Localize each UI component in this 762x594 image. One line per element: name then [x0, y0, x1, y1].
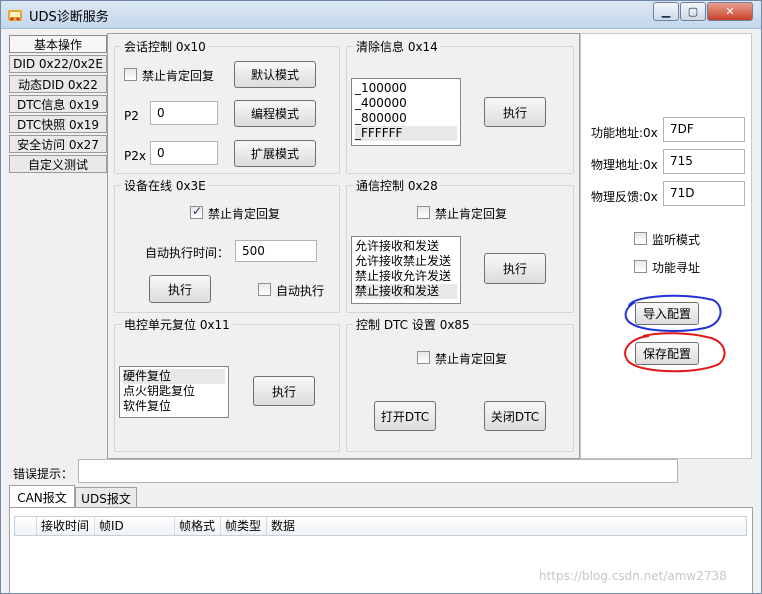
comm-control-execute-button[interactable]: 执行 [484, 253, 546, 284]
program-mode-button[interactable]: 编程模式 [234, 100, 316, 127]
comm-control-group: 通信控制 0x28 禁止肯定回复 允许接收和发送 允许接收禁止发送 禁止接收允许… [346, 177, 574, 313]
list-item[interactable]: 硬件复位 [123, 369, 225, 384]
col-frame-format[interactable]: 帧格式 [175, 517, 221, 535]
close-dtc-button[interactable]: 关闭DTC [484, 401, 546, 431]
auto-time-input[interactable]: 500 [235, 240, 317, 262]
tab-can-messages[interactable]: CAN报文 [9, 485, 75, 508]
tab-dynamic-did[interactable]: 动态DID 0x22 [9, 75, 107, 93]
dtc-suppress-checkbox[interactable] [417, 351, 430, 364]
dtc-setting-group: 控制 DTC 设置 0x85 禁止肯定回复 打开DTC 关闭DTC [346, 316, 574, 452]
p2x-input[interactable]: 0 [150, 141, 218, 165]
basic-operation-panel: 会话控制 0x10 禁止肯定回复 P2 0 P2x 0 默认模式 编程模式 扩展… [107, 33, 580, 459]
func-addr-label: 功能地址:0x [591, 126, 658, 140]
list-item[interactable]: _FFFFFF [355, 126, 457, 141]
phys-resp-label: 物理反馈:0x [591, 190, 658, 204]
watermark-text: https://blog.csdn.net/amw2738 [539, 569, 727, 583]
col-frame-id[interactable]: 帧ID [95, 517, 175, 535]
maximize-button[interactable]: ▢ [680, 2, 706, 21]
auto-time-label: 自动执行时间： [145, 246, 230, 260]
session-suppress-checkbox[interactable] [124, 68, 137, 81]
ecu-reset-group: 电控单元复位 0x11 硬件复位 点火钥匙复位 软件复位 执行 [114, 316, 340, 452]
col-receive-time[interactable]: 接收时间 [37, 517, 95, 535]
import-config-button[interactable]: 导入配置 [635, 302, 699, 325]
col-data[interactable]: 数据 [267, 517, 297, 535]
ecu-reset-list[interactable]: 硬件复位 点火钥匙复位 软件复位 [119, 366, 229, 418]
phys-resp-input[interactable]: 71D [663, 181, 745, 206]
dtc-suppress-label: 禁止肯定回复 [435, 352, 508, 366]
func-address-label: 功能寻址 [652, 261, 701, 275]
list-item[interactable]: 禁止接收允许发送 [355, 269, 457, 284]
tab-uds-messages[interactable]: UDS报文 [75, 487, 137, 508]
phys-addr-input[interactable]: 715 [663, 149, 745, 174]
config-pane: 功能地址:0x 7DF 物理地址:0x 715 物理反馈:0x 71D 监听模式… [580, 33, 752, 459]
comm-control-title: 通信控制 0x28 [353, 177, 441, 194]
tab-dtc-snapshot[interactable]: DTC快照 0x19 [9, 115, 107, 133]
list-item[interactable]: 允许接收禁止发送 [355, 254, 457, 269]
list-item[interactable]: 软件复位 [123, 399, 225, 414]
ecu-reset-execute-button[interactable]: 执行 [253, 376, 315, 406]
clear-info-execute-button[interactable]: 执行 [484, 97, 546, 127]
minimize-button[interactable]: ▁ [653, 2, 679, 21]
right-edge-strip [752, 29, 761, 459]
session-control-title: 会话控制 0x10 [121, 38, 209, 55]
maximize-icon: ▢ [687, 5, 699, 18]
func-addr-input[interactable]: 7DF [663, 117, 745, 142]
comm-suppress-label: 禁止肯定回复 [435, 207, 508, 221]
default-mode-button[interactable]: 默认模式 [234, 61, 316, 88]
list-item[interactable]: _800000 [355, 111, 457, 126]
tester-present-group: 设备在线 0x3E 禁止肯定回复 自动执行时间： 500 执行 自动执行 [114, 177, 340, 313]
tab-security-access[interactable]: 安全访问 0x27 [9, 135, 107, 153]
col-frame-type[interactable]: 帧类型 [221, 517, 267, 535]
tab-dtc-info[interactable]: DTC信息 0x19 [9, 95, 107, 113]
tester-suppress-label: 禁止肯定回复 [208, 207, 281, 221]
phys-addr-label: 物理地址:0x [591, 158, 658, 172]
ecu-reset-title: 电控单元复位 0x11 [121, 316, 233, 333]
p2-label: P2 [124, 109, 139, 123]
monitor-mode-label: 监听模式 [652, 233, 701, 247]
clear-info-title: 清除信息 0x14 [353, 38, 441, 55]
grid-header: 接收时间 帧ID 帧格式 帧类型 数据 [14, 516, 747, 536]
grid-corner [15, 517, 37, 535]
clear-info-list[interactable]: _100000 _400000 _800000 _FFFFFF [351, 78, 461, 146]
func-address-checkbox[interactable] [634, 260, 647, 273]
save-config-button[interactable]: 保存配置 [635, 342, 699, 365]
main-window: UDS诊断服务 ▁ ▢ ✕ 基本操作 DID 0x22/0x2E 动态DID 0… [0, 0, 762, 594]
list-item[interactable]: 点火钥匙复位 [123, 384, 225, 399]
extended-mode-button[interactable]: 扩展模式 [234, 140, 316, 167]
error-label: 错误提示： [13, 467, 74, 481]
tab-did[interactable]: DID 0x22/0x2E [9, 55, 107, 73]
open-dtc-button[interactable]: 打开DTC [374, 401, 436, 431]
app-icon [8, 10, 22, 21]
session-control-group: 会话控制 0x10 禁止肯定回复 P2 0 P2x 0 默认模式 编程模式 扩展… [114, 38, 340, 174]
p2-input[interactable]: 0 [150, 101, 218, 125]
minimize-icon: ▁ [661, 5, 671, 18]
clear-info-group: 清除信息 0x14 _100000 _400000 _800000 _FFFFF… [346, 38, 574, 174]
tab-basic-operation[interactable]: 基本操作 [9, 35, 107, 53]
error-field[interactable] [78, 459, 678, 483]
window-title: UDS诊断服务 [29, 10, 109, 25]
tester-present-title: 设备在线 0x3E [121, 177, 209, 194]
auto-exec-checkbox[interactable] [258, 283, 271, 296]
auto-exec-label: 自动执行 [276, 284, 325, 298]
title-bar[interactable]: UDS诊断服务 ▁ ▢ ✕ [1, 1, 761, 29]
session-suppress-label: 禁止肯定回复 [142, 69, 215, 83]
list-item[interactable]: _400000 [355, 96, 457, 111]
list-item[interactable]: 禁止接收和发送 [355, 284, 457, 299]
dtc-setting-title: 控制 DTC 设置 0x85 [353, 316, 473, 333]
tester-suppress-checkbox[interactable] [190, 204, 203, 219]
monitor-mode-checkbox[interactable] [634, 232, 647, 245]
comm-control-list[interactable]: 允许接收和发送 允许接收禁止发送 禁止接收允许发送 禁止接收和发送 [351, 236, 461, 304]
close-icon: ✕ [725, 5, 735, 18]
list-item[interactable]: _100000 [355, 81, 457, 96]
list-item[interactable]: 允许接收和发送 [355, 239, 457, 254]
close-button[interactable]: ✕ [707, 2, 753, 21]
tester-present-execute-button[interactable]: 执行 [149, 275, 211, 303]
p2x-label: P2x [124, 149, 146, 163]
tab-custom-test[interactable]: 自定义测试 [9, 155, 107, 173]
comm-suppress-checkbox[interactable] [417, 206, 430, 219]
